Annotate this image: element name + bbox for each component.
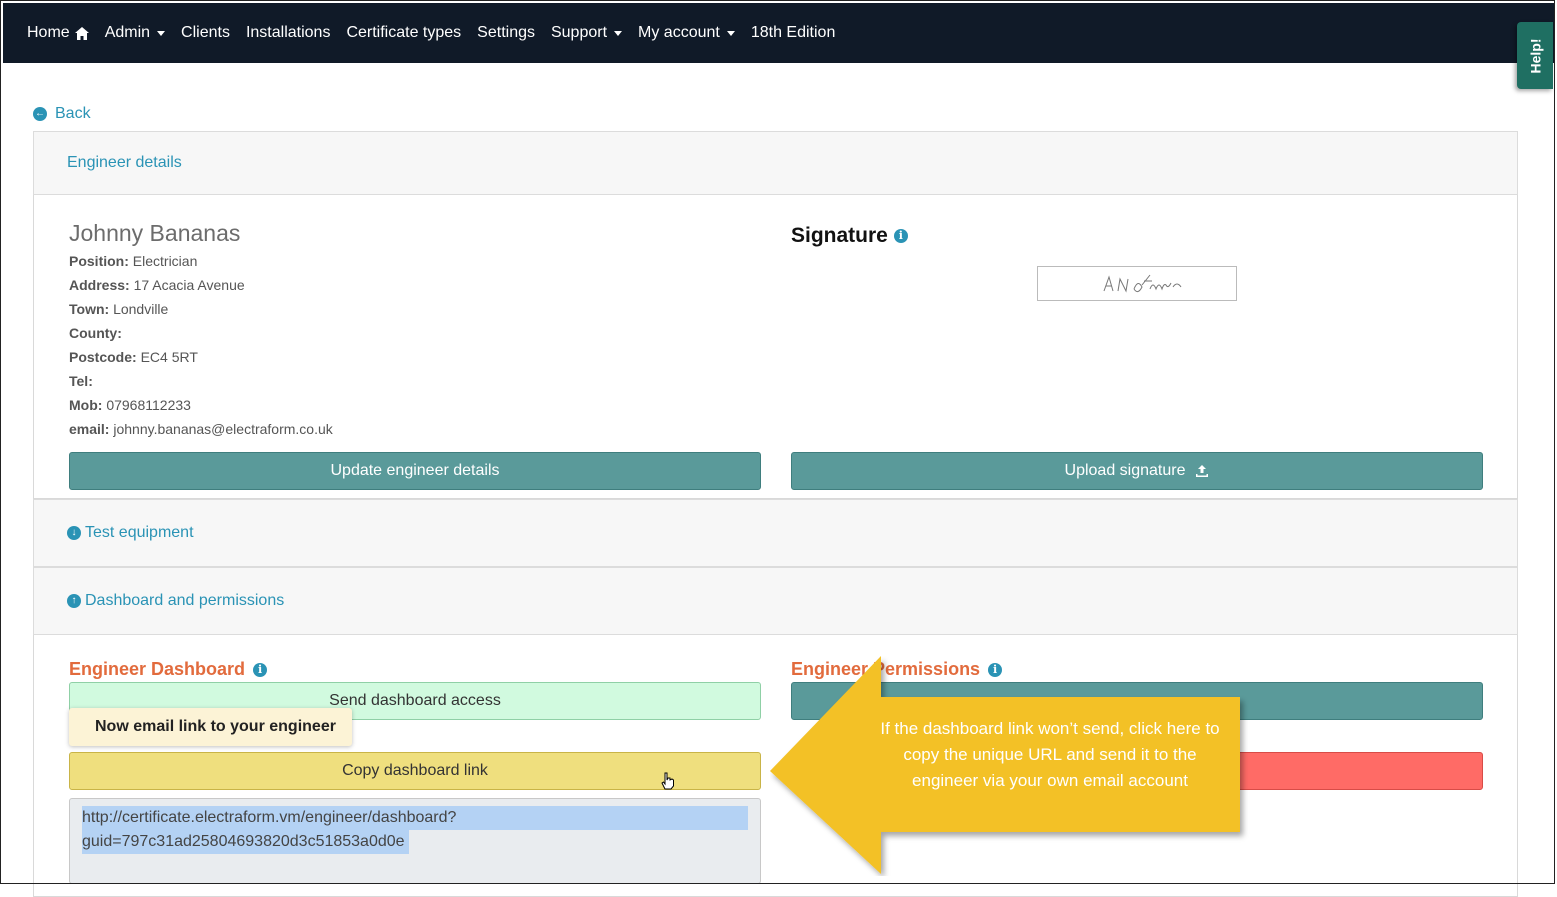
engineer-details-header[interactable]: Engineer details (33, 131, 1518, 195)
test-equipment-header[interactable]: ↓ Test equipment (33, 499, 1518, 567)
field-mob: Mob: 07968112233 (69, 397, 191, 413)
nav-support[interactable]: Support (550, 24, 623, 42)
back-label: Back (55, 105, 91, 122)
field-county: County: (69, 325, 122, 341)
field-value: EC4 5RT (140, 349, 198, 365)
arrow-down-circle-icon: ↓ (67, 526, 81, 540)
field-tel: Tel: (69, 373, 93, 389)
engineer-details-heading: Engineer details (67, 154, 182, 171)
field-label: Town: (69, 301, 110, 317)
help-tab[interactable]: Help! (1517, 22, 1553, 89)
field-town: Town: Londville (69, 301, 168, 317)
nav-clients[interactable]: Clients (181, 24, 230, 42)
nav-admin-label: Admin (104, 24, 151, 41)
chevron-down-icon (726, 30, 735, 36)
nav-support-label: Support (550, 24, 608, 41)
field-label: email: (69, 421, 110, 437)
field-email: email: johnny.bananas@electraform.co.uk (69, 421, 333, 437)
arrow-left-circle-icon: ← (33, 107, 47, 121)
signature-image (1037, 266, 1237, 301)
nav-18th-edition-label: 18th Edition (750, 24, 836, 41)
field-address: Address: 17 Acacia Avenue (69, 277, 245, 293)
nav-settings[interactable]: Settings (477, 24, 535, 42)
chevron-down-icon (614, 30, 623, 36)
copy-dashboard-link-label: Copy dashboard link (342, 762, 488, 779)
home-icon (74, 26, 89, 40)
back-link[interactable]: ← Back (33, 105, 91, 123)
signature-title: Signature i (791, 224, 908, 248)
engineer-name: Johnny Bananas (69, 220, 241, 246)
help-label: Help! (1527, 38, 1543, 73)
copy-dashboard-link-button[interactable]: Copy dashboard link (69, 752, 761, 790)
engineer-dashboard-title-label: Engineer Dashboard (69, 659, 246, 679)
engineer-dashboard-title: Engineer Dashboard i (69, 659, 268, 680)
nav-installations-label: Installations (245, 24, 331, 41)
nav-my-account[interactable]: My account (638, 24, 735, 42)
field-value: 17 Acacia Avenue (133, 277, 245, 293)
url-line-1: http://certificate.electraform.vm/engine… (82, 806, 748, 830)
field-label: Mob: (69, 397, 103, 413)
nav-18th-edition[interactable]: 18th Edition (751, 24, 836, 42)
nav-home-label: Home (27, 24, 70, 41)
info-icon[interactable]: i (253, 662, 268, 677)
field-label: Address: (69, 277, 130, 293)
callout-text: If the dashboard link won’t send, click … (880, 719, 1220, 790)
field-postcode: Postcode: EC4 5RT (69, 349, 198, 365)
nav-settings-label: Settings (477, 24, 535, 41)
arrow-up-circle-icon: ↑ (67, 594, 81, 608)
update-engineer-details-button[interactable]: Update engineer details (69, 452, 761, 490)
nav-my-account-label: My account (638, 24, 720, 41)
field-value: johnny.bananas@electraform.co.uk (113, 421, 333, 437)
info-icon[interactable]: i (893, 229, 908, 243)
dashboard-permissions-heading: Dashboard and permissions (85, 592, 285, 609)
nav-installations[interactable]: Installations (246, 24, 331, 42)
signature-scribble (1103, 274, 1182, 293)
field-position: Position: Electrician (69, 253, 197, 269)
update-engineer-details-label: Update engineer details (330, 462, 500, 479)
field-value: Electrician (132, 253, 198, 269)
send-dashboard-access-label: Send dashboard access (329, 692, 501, 709)
field-label: Tel: (69, 373, 93, 389)
field-value: 07968112233 (106, 397, 191, 413)
upload-signature-label: Upload signature (1064, 462, 1186, 479)
upload-icon (1196, 465, 1209, 477)
dashboard-url-textarea[interactable]: http://certificate.electraform.vm/engine… (69, 798, 761, 884)
test-equipment-heading: Test equipment (85, 524, 194, 541)
nav-certificate-types-label: Certificate types (346, 24, 462, 41)
top-navbar: Home Admin Clients Installations Certifi… (3, 3, 1554, 63)
upload-signature-button[interactable]: Upload signature (791, 452, 1483, 490)
dashboard-permissions-header[interactable]: ↑ Dashboard and permissions (33, 567, 1518, 635)
signature-title-label: Signature (791, 224, 888, 247)
hand-cursor-icon (661, 772, 675, 795)
nav-admin[interactable]: Admin (104, 24, 166, 42)
chevron-down-icon (157, 30, 166, 36)
email-link-tooltip: Now email link to your engineer (69, 708, 352, 746)
url-line-2: guid=797c31ad25804693820d3c51853a0d0e (82, 830, 409, 854)
field-label: Postcode: (69, 349, 137, 365)
nav-home[interactable]: Home (27, 24, 89, 42)
nav-certificate-types[interactable]: Certificate types (346, 24, 461, 42)
field-label: Position: (69, 253, 129, 269)
field-value: Londville (113, 301, 169, 317)
field-label: County: (69, 325, 122, 341)
nav-clients-label: Clients (181, 24, 230, 41)
